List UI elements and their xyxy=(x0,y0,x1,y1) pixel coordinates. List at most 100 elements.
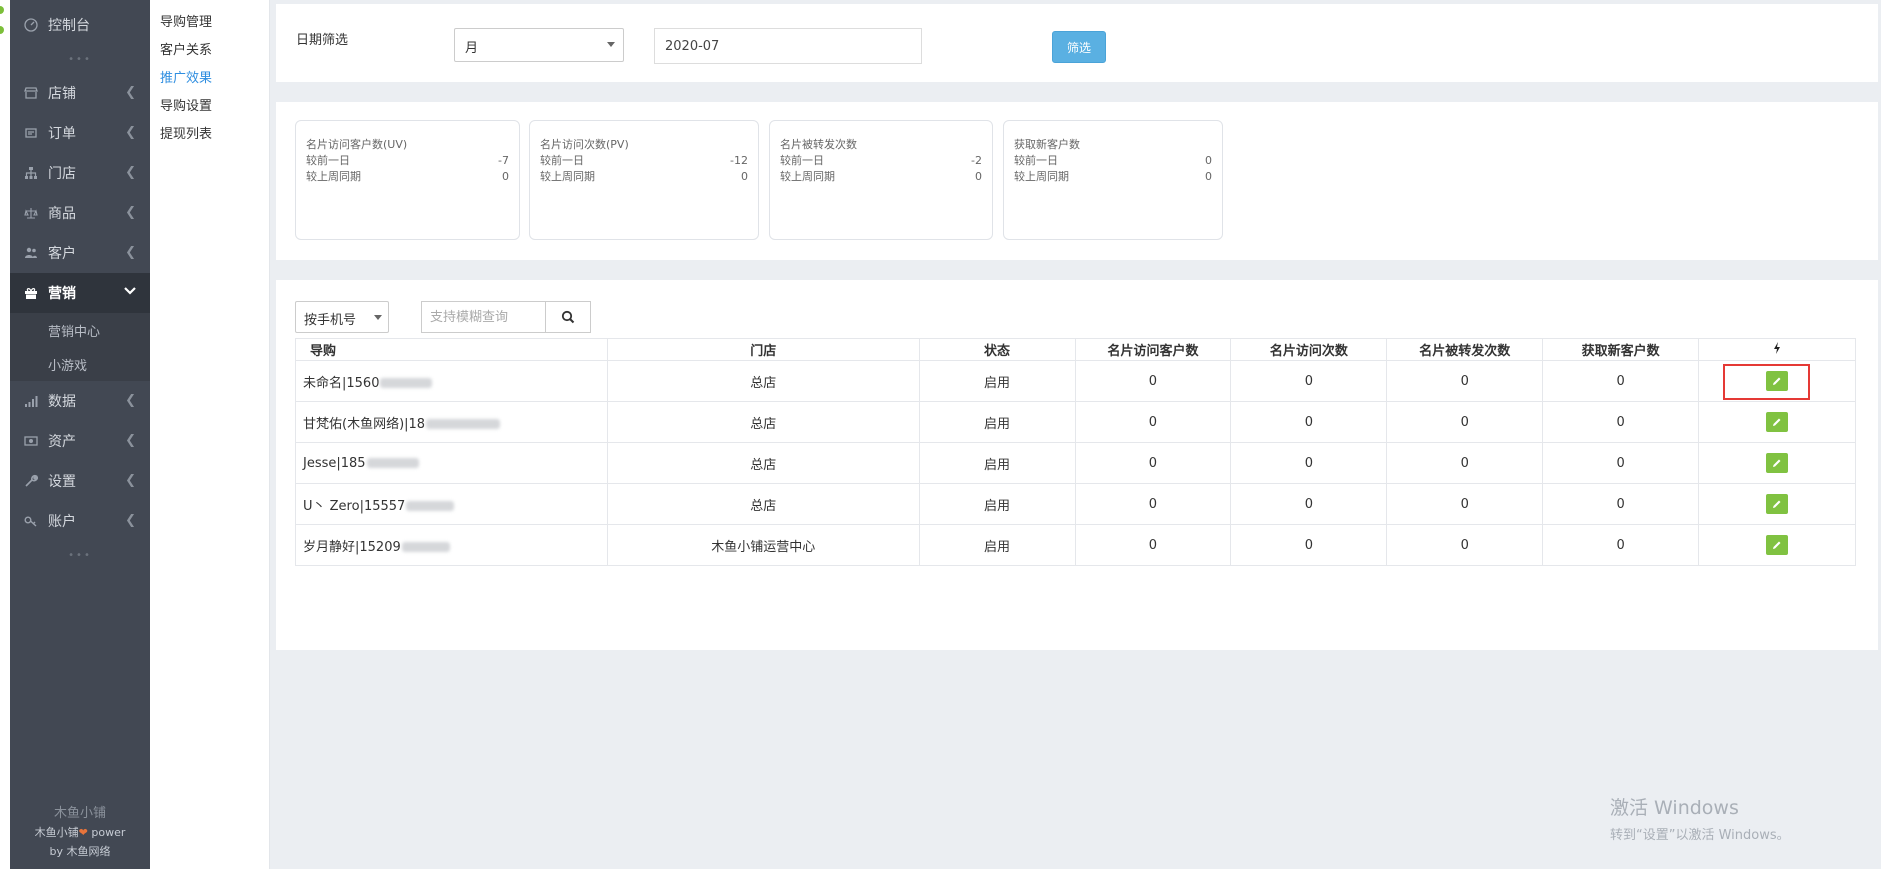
column-header-store: 门店 xyxy=(606,338,920,361)
new-customers-cell: 0 xyxy=(1542,360,1700,402)
stat-row-value: 0 xyxy=(1205,154,1212,167)
nav-item-data[interactable]: 数据 ❮ xyxy=(10,381,150,421)
sidebar-footer: 木鱼小铺 木鱼小铺❤ power by 木鱼网络 xyxy=(10,804,150,861)
nav-item-account[interactable]: 账户 ❮ xyxy=(10,501,150,541)
status-cell: 启用 xyxy=(918,360,1076,402)
nav-item-marketing[interactable]: 营销 xyxy=(10,273,150,313)
caret-down-icon xyxy=(374,315,382,320)
nav-item-store[interactable]: 门店 ❮ xyxy=(10,153,150,193)
period-select-value: 月 xyxy=(465,41,479,56)
search-button[interactable] xyxy=(545,301,591,333)
redacted-phone xyxy=(380,378,433,388)
pencil-icon xyxy=(1773,459,1781,467)
customer-icon xyxy=(22,244,40,262)
nav-label: 商品 xyxy=(48,206,76,222)
chevron-left-icon: ❮ xyxy=(125,85,136,100)
pv-cell: 0 xyxy=(1230,401,1388,443)
nav-label: 订单 xyxy=(48,126,76,142)
stat-title: 名片被转发次数 xyxy=(780,138,857,151)
subsidebar-item-withdrawal-list[interactable]: 提现列表 xyxy=(150,118,269,146)
wrench-icon xyxy=(22,472,40,490)
secondary-sidebar: 导购管理 客户关系 推广效果 导购设置 提现列表 xyxy=(150,0,270,869)
chevron-down-icon xyxy=(124,285,136,300)
highlight-box xyxy=(1723,364,1810,400)
nav-label: 控制台 xyxy=(48,18,90,34)
asset-icon xyxy=(22,432,40,450)
edit-button[interactable] xyxy=(1766,535,1789,555)
bolt-icon xyxy=(1774,341,1781,354)
nav-item-order[interactable]: 订单 ❮ xyxy=(10,113,150,153)
uv-cell: 0 xyxy=(1074,483,1232,525)
dashboard-icon xyxy=(22,16,40,34)
nav-item-dashboard[interactable]: 控制台 xyxy=(10,5,150,45)
search-icon xyxy=(561,310,575,324)
action-cell xyxy=(1698,401,1856,443)
shares-cell: 0 xyxy=(1386,524,1544,566)
status-cell: 启用 xyxy=(918,401,1076,443)
pv-cell: 0 xyxy=(1230,442,1388,484)
stat-row-value: -7 xyxy=(498,154,509,167)
store-cell: 木鱼小铺运营中心 xyxy=(606,524,920,566)
search-input[interactable] xyxy=(421,301,545,333)
stat-row: 较上周同期 0 xyxy=(306,169,509,185)
nav-item-settings[interactable]: 设置 ❮ xyxy=(10,461,150,501)
stat-row-label: 较前一日 xyxy=(780,154,824,167)
action-cell xyxy=(1698,524,1856,566)
shop-icon xyxy=(22,84,40,102)
guide-cell: U丶 Zero|15557 xyxy=(295,483,608,525)
redacted-phone xyxy=(366,458,419,468)
table-row: U丶 Zero|15557 总店 启用 0 0 0 0 xyxy=(295,483,1856,525)
search-field-value: 按手机号 xyxy=(304,313,357,328)
subsidebar-item-guide-settings[interactable]: 导购设置 xyxy=(150,90,269,118)
subnav-item-mini-games[interactable]: 小游戏 xyxy=(10,347,150,381)
chevron-left-icon: ❮ xyxy=(125,473,136,488)
edit-button[interactable] xyxy=(1766,494,1789,514)
stat-row-label: 较上周同期 xyxy=(1014,170,1069,183)
footer-brand: 木鱼小铺 xyxy=(53,806,106,821)
guide-table-panel: 按手机号 导购 门店 状态 名片访问客户数 名片访问次数 名片被转发次数 获取新… xyxy=(276,280,1878,650)
column-header-guide: 导购 xyxy=(295,338,608,361)
subsidebar-item-customer-relations[interactable]: 客户关系 xyxy=(150,34,269,62)
guide-name: 岁月静好|15209 xyxy=(303,539,401,555)
chevron-left-icon: ❮ xyxy=(125,205,136,220)
stat-title: 名片访问客户数(UV) xyxy=(306,138,408,151)
nav-item-customer[interactable]: 客户 ❮ xyxy=(10,233,150,273)
table-header-row: 导购 门店 状态 名片访问客户数 名片访问次数 名片被转发次数 获取新客户数 xyxy=(295,338,1856,361)
guide-name: U丶 Zero|15557 xyxy=(303,498,406,514)
stat-row-label: 较前一日 xyxy=(1014,154,1058,167)
table-row: 未命名|1560 总店 启用 0 0 0 0 xyxy=(295,360,1856,402)
pencil-icon xyxy=(1773,541,1781,549)
nav-item-shop[interactable]: 店铺 ❮ xyxy=(10,73,150,113)
nav-item-asset[interactable]: 资产 ❮ xyxy=(10,421,150,461)
subsidebar-item-promotion-effect[interactable]: 推广效果 xyxy=(150,62,269,90)
edge-indicator xyxy=(0,26,4,34)
chevron-left-icon: ❮ xyxy=(125,513,136,528)
subsidebar-item-guide-management[interactable]: 导购管理 xyxy=(150,6,269,34)
filter-button[interactable]: 筛选 xyxy=(1052,31,1106,63)
subnav-item-marketing-center[interactable]: 营销中心 xyxy=(10,313,150,347)
status-cell: 启用 xyxy=(918,483,1076,525)
nav-item-goods[interactable]: 商品 ❮ xyxy=(10,193,150,233)
stat-row: 较上周同期 0 xyxy=(1014,169,1212,185)
redacted-phone xyxy=(401,542,450,552)
column-header-shares: 名片被转发次数 xyxy=(1386,338,1544,361)
period-select[interactable]: 月 xyxy=(454,28,624,62)
date-input[interactable] xyxy=(654,28,922,64)
edit-button[interactable] xyxy=(1766,453,1789,473)
window-edge-strip xyxy=(0,0,10,869)
watermark-title: 激活 Windows xyxy=(1610,797,1739,819)
pencil-icon xyxy=(1773,500,1781,508)
guide-name: Jesse|185 xyxy=(303,455,366,471)
pv-cell: 0 xyxy=(1230,524,1388,566)
search-field-select[interactable]: 按手机号 xyxy=(295,301,389,333)
new-customers-cell: 0 xyxy=(1542,524,1700,566)
column-header-status: 状态 xyxy=(918,338,1076,361)
edit-button[interactable] xyxy=(1766,412,1789,432)
uv-cell: 0 xyxy=(1074,442,1232,484)
store-cell: 总店 xyxy=(606,483,920,525)
column-header-new-customers: 获取新客户数 xyxy=(1542,338,1700,361)
stats-panel: 名片访问客户数(UV) 较前一日 -7 较上周同期 0 名片访问次数(PV) 较前一… xyxy=(276,102,1878,260)
edge-indicator xyxy=(0,6,4,14)
column-header-actions xyxy=(1698,338,1856,361)
stat-card-new-customers: 获取新客户数 较前一日 0 较上周同期 0 xyxy=(1003,120,1223,240)
